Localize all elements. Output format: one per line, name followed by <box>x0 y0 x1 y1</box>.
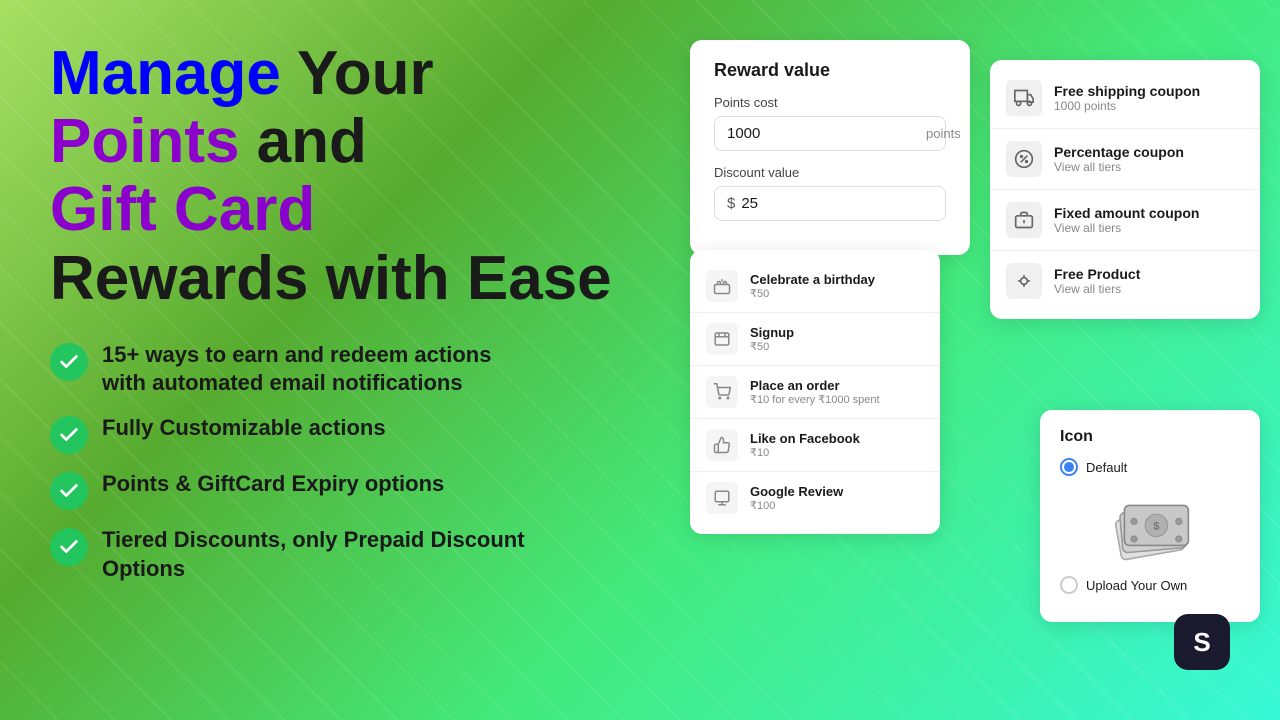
points-cost-label: Points cost <box>714 95 946 110</box>
birthday-subtitle: ₹50 <box>750 287 875 300</box>
percentage-title: Percentage coupon <box>1054 144 1184 160</box>
reward-type-shipping[interactable]: Free shipping coupon 1000 points <box>990 68 1260 129</box>
review-subtitle: ₹100 <box>750 499 843 512</box>
check-icon-3 <box>50 472 88 510</box>
feature-item-2: Fully Customizable actions <box>50 414 690 454</box>
icon-preview: $ <box>1060 486 1240 576</box>
shipping-subtitle: 1000 points <box>1054 99 1200 113</box>
shipping-icon <box>1006 80 1042 116</box>
shipping-title: Free shipping coupon <box>1054 83 1200 99</box>
radio-default[interactable]: Default <box>1060 458 1240 476</box>
fixed-icon <box>1006 202 1042 238</box>
free-product-subtitle: View all tiers <box>1054 282 1140 296</box>
points-input[interactable] <box>727 125 926 142</box>
headline-points: Points <box>50 107 239 176</box>
feature-item-1: 15+ ways to earn and redeem actionswith … <box>50 341 690 398</box>
reward-type-fixed[interactable]: Fixed amount coupon View all tiers <box>990 190 1260 251</box>
order-title: Place an order <box>750 378 880 393</box>
order-text: Place an order ₹10 for every ₹1000 spent <box>750 378 880 406</box>
order-icon <box>706 376 738 408</box>
action-item-review[interactable]: Google Review ₹100 <box>690 472 940 524</box>
facebook-text: Like on Facebook ₹10 <box>750 431 860 459</box>
reward-type-free-product[interactable]: Free Product View all tiers <box>990 251 1260 311</box>
free-product-text: Free Product View all tiers <box>1054 266 1140 296</box>
logo-badge: S <box>1174 614 1230 670</box>
reward-card-title: Reward value <box>714 60 946 81</box>
reward-types-card: Free shipping coupon 1000 points Percent… <box>990 60 1260 319</box>
icon-card-title: Icon <box>1060 428 1240 446</box>
facebook-subtitle: ₹10 <box>750 446 860 459</box>
radio-upload[interactable]: Upload Your Own <box>1060 576 1240 594</box>
feature-item-4: Tiered Discounts, only Prepaid DiscountO… <box>50 526 690 583</box>
fixed-text: Fixed amount coupon View all tiers <box>1054 205 1199 235</box>
feature-text-1: 15+ ways to earn and redeem actionswith … <box>102 341 491 398</box>
facebook-icon <box>706 429 738 461</box>
feature-text-3: Points & GiftCard Expiry options <box>102 470 444 499</box>
points-suffix: points <box>926 126 961 141</box>
free-product-icon <box>1006 263 1042 299</box>
percentage-text: Percentage coupon View all tiers <box>1054 144 1184 174</box>
review-text: Google Review ₹100 <box>750 484 843 512</box>
left-section: Manage Your Points and Gift Card Rewards… <box>50 40 690 690</box>
headline: Manage Your Points and Gift Card Rewards… <box>50 40 690 313</box>
signup-title: Signup <box>750 325 794 340</box>
radio-upload-circle[interactable] <box>1060 576 1078 594</box>
headline-and: and <box>239 107 366 176</box>
main-layout: Manage Your Points and Gift Card Rewards… <box>0 0 1280 720</box>
action-item-birthday[interactable]: Celebrate a birthday ₹50 <box>690 260 940 313</box>
action-item-signup[interactable]: Signup ₹50 <box>690 313 940 366</box>
points-input-field: points <box>714 116 946 151</box>
headline-rewards: Rewards with Ease <box>50 244 612 313</box>
icon-card: Icon Default $ <box>1040 410 1260 622</box>
action-item-facebook[interactable]: Like on Facebook ₹10 <box>690 419 940 472</box>
percentage-icon <box>1006 141 1042 177</box>
discount-input[interactable] <box>741 195 940 212</box>
shipping-text: Free shipping coupon 1000 points <box>1054 83 1200 113</box>
headline-manage: Manage <box>50 39 281 108</box>
signup-text: Signup ₹50 <box>750 325 794 353</box>
svg-text:$: $ <box>1153 520 1160 532</box>
review-title: Google Review <box>750 484 843 499</box>
radio-default-circle[interactable] <box>1060 458 1078 476</box>
headline-gift-card: Gift Card <box>50 175 315 244</box>
discount-input-field: $ <box>714 186 946 221</box>
logo-letter: S <box>1193 627 1210 658</box>
features-list: 15+ ways to earn and redeem actionswith … <box>50 341 690 583</box>
right-section: Reward value Points cost points Discount… <box>710 40 1250 690</box>
birthday-icon <box>706 270 738 302</box>
reward-type-percentage[interactable]: Percentage coupon View all tiers <box>990 129 1260 190</box>
facebook-title: Like on Facebook <box>750 431 860 446</box>
radio-upload-label: Upload Your Own <box>1086 578 1187 593</box>
headline-your: Your <box>281 39 434 108</box>
percentage-subtitle: View all tiers <box>1054 160 1184 174</box>
fixed-subtitle: View all tiers <box>1054 221 1199 235</box>
feature-text-4: Tiered Discounts, only Prepaid DiscountO… <box>102 526 525 583</box>
free-product-title: Free Product <box>1054 266 1140 282</box>
fixed-title: Fixed amount coupon <box>1054 205 1199 221</box>
feature-item-3: Points & GiftCard Expiry options <box>50 470 690 510</box>
action-item-order[interactable]: Place an order ₹10 for every ₹1000 spent <box>690 366 940 419</box>
signup-icon <box>706 323 738 355</box>
order-subtitle: ₹10 for every ₹1000 spent <box>750 393 880 406</box>
birthday-title: Celebrate a birthday <box>750 272 875 287</box>
birthday-text: Celebrate a birthday ₹50 <box>750 272 875 300</box>
signup-subtitle: ₹50 <box>750 340 794 353</box>
check-icon-1 <box>50 343 88 381</box>
feature-text-2: Fully Customizable actions <box>102 414 386 443</box>
radio-default-label: Default <box>1086 460 1127 475</box>
check-icon-4 <box>50 528 88 566</box>
check-icon-2 <box>50 416 88 454</box>
review-icon <box>706 482 738 514</box>
actions-card: Celebrate a birthday ₹50 Signup ₹50 <box>690 250 940 534</box>
reward-value-card: Reward value Points cost points Discount… <box>690 40 970 255</box>
discount-label: Discount value <box>714 165 946 180</box>
dollar-prefix: $ <box>727 195 735 212</box>
